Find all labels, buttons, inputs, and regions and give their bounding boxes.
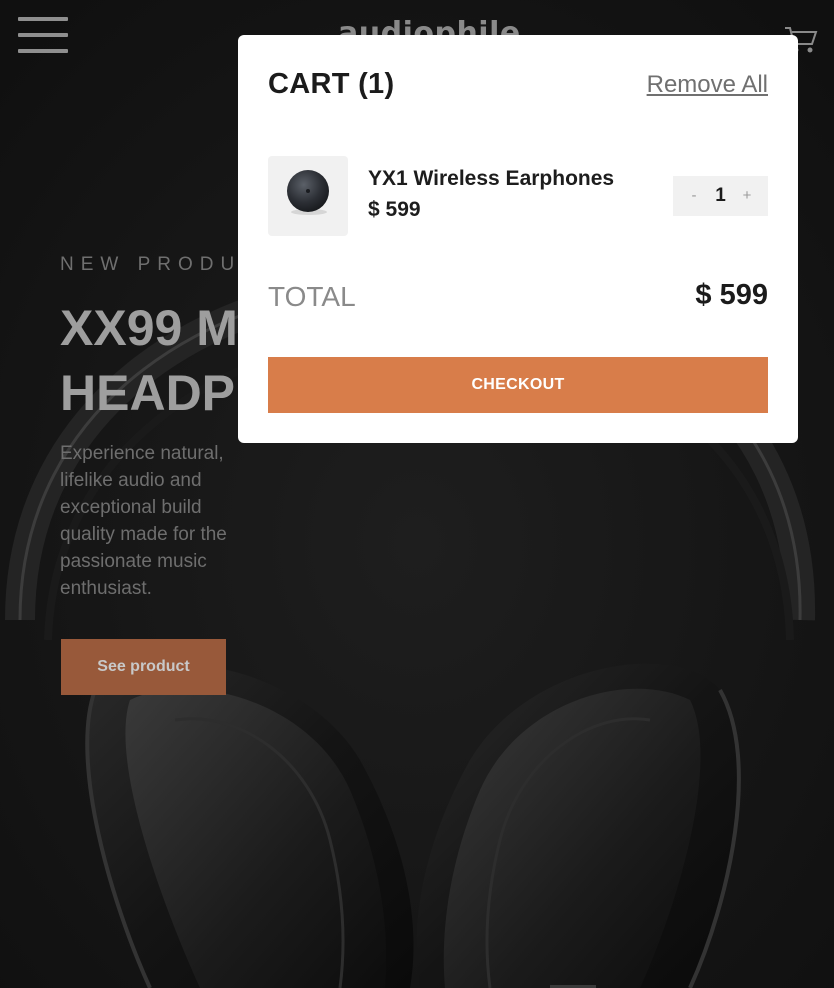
cart-title: CART (1)	[268, 68, 395, 100]
cart-item-price: $ 599	[368, 198, 421, 221]
quantity-value: 1	[715, 185, 726, 206]
decrement-button[interactable]: -	[681, 176, 707, 216]
see-product-button[interactable]: See product	[61, 639, 226, 695]
earphones-image	[287, 170, 329, 215]
page: audiophile NEW PRODUC XX99 M HEADPH Expe…	[0, 0, 834, 988]
remove-all-link[interactable]: Remove All	[647, 71, 768, 99]
hamburger-bar	[18, 49, 68, 53]
total-value: $ 599	[695, 279, 768, 311]
total-label: TOTAL	[268, 281, 356, 312]
hamburger-icon[interactable]	[18, 17, 68, 53]
hero-overline: NEW PRODUC	[60, 254, 262, 275]
hamburger-bar	[18, 33, 68, 37]
quantity-stepper: - 1 +	[673, 176, 768, 216]
checkout-button[interactable]: CHECKOUT	[268, 357, 768, 413]
increment-button[interactable]: +	[734, 176, 760, 216]
hamburger-bar	[18, 17, 68, 21]
cart-item-name: YX1 Wireless Earphones	[368, 167, 615, 190]
product-thumbnail	[268, 156, 348, 236]
cart-modal: CART (1) Remove All YX1 Wireless Earphon…	[238, 35, 798, 443]
hero-description: Experience natural, lifelike audio and e…	[60, 443, 227, 599]
